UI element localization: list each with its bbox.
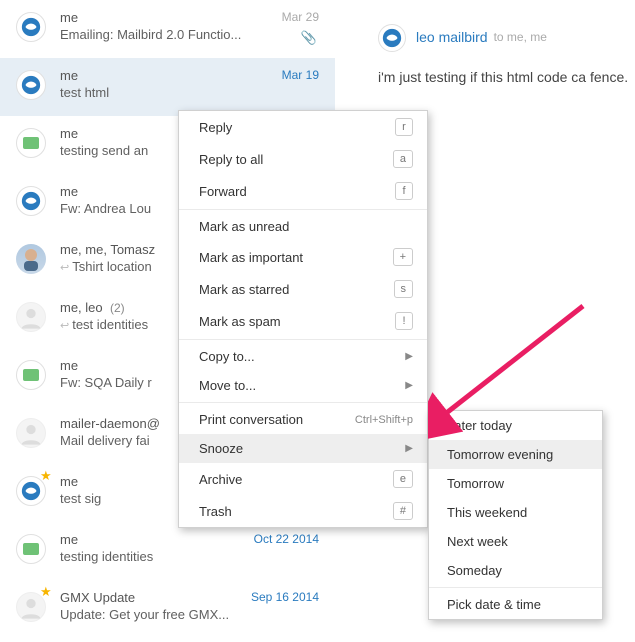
recipient-list: to me, me bbox=[494, 30, 547, 44]
snooze-pick-date[interactable]: Pick date & time bbox=[429, 590, 602, 619]
mailbird-icon bbox=[381, 27, 403, 49]
avatar bbox=[16, 12, 46, 42]
mailbird-icon bbox=[20, 480, 42, 502]
reply-icon: ↩ bbox=[60, 320, 69, 332]
context-menu: Replyr Reply to alla Forwardf Mark as un… bbox=[178, 110, 428, 528]
preview-header: leo mailbird to me, me bbox=[378, 22, 635, 52]
menu-reply[interactable]: Replyr bbox=[179, 111, 427, 143]
menu-archive[interactable]: Archivee bbox=[179, 463, 427, 495]
snooze-next-week[interactable]: Next week bbox=[429, 527, 602, 556]
snooze-someday[interactable]: Someday bbox=[429, 556, 602, 585]
star-icon: ★ bbox=[40, 584, 52, 600]
message-date: Mar 29 bbox=[282, 10, 319, 24]
star-icon: ★ bbox=[40, 468, 52, 484]
message-subject: testing identities bbox=[60, 549, 323, 564]
snooze-tomorrow-evening[interactable]: Tomorrow evening bbox=[429, 440, 602, 469]
person-icon bbox=[17, 419, 45, 447]
snooze-tomorrow[interactable]: Tomorrow bbox=[429, 469, 602, 498]
mailbird-icon bbox=[20, 16, 42, 38]
reply-icon: ↩ bbox=[60, 262, 69, 274]
menu-mark-important[interactable]: Mark as important+ bbox=[179, 241, 427, 273]
menu-separator bbox=[179, 402, 427, 403]
thread-count: (2) bbox=[107, 301, 125, 315]
app-icon bbox=[23, 137, 39, 149]
message-subject: test html bbox=[60, 85, 323, 100]
sender-name[interactable]: leo mailbird bbox=[416, 29, 488, 45]
message-body: i'm just testing if this html code ca fe… bbox=[378, 68, 635, 86]
menu-move-to[interactable]: Move to...▶ bbox=[179, 371, 427, 400]
menu-trash[interactable]: Trash# bbox=[179, 495, 427, 527]
menu-print[interactable]: Print conversationCtrl+Shift+p bbox=[179, 405, 427, 434]
avatar bbox=[16, 534, 46, 564]
message-subject: Emailing: Mailbird 2.0 Functio... bbox=[60, 27, 323, 42]
message-date: Mar 19 bbox=[282, 68, 319, 82]
message-item[interactable]: metesting identitiesOct 22 2014 bbox=[0, 522, 335, 580]
app-icon bbox=[23, 369, 39, 381]
avatar bbox=[16, 186, 46, 216]
message-date: Sep 16 2014 bbox=[251, 590, 319, 604]
avatar bbox=[16, 360, 46, 390]
message-item[interactable]: meEmailing: Mailbird 2.0 Functio...Mar 2… bbox=[0, 0, 335, 58]
chevron-right-icon: ▶ bbox=[405, 380, 413, 391]
snooze-this-weekend[interactable]: This weekend bbox=[429, 498, 602, 527]
menu-separator bbox=[429, 587, 602, 588]
menu-separator bbox=[179, 339, 427, 340]
menu-forward[interactable]: Forwardf bbox=[179, 175, 427, 207]
mailbird-icon bbox=[20, 74, 42, 96]
preview-pane: leo mailbird to me, me i'm just testing … bbox=[360, 0, 635, 86]
person-avatar bbox=[16, 244, 46, 274]
chevron-right-icon: ▶ bbox=[405, 351, 413, 362]
sender-avatar bbox=[378, 24, 406, 52]
snooze-later-today[interactable]: Later today bbox=[429, 411, 602, 440]
avatar bbox=[16, 70, 46, 100]
menu-copy-to[interactable]: Copy to...▶ bbox=[179, 342, 427, 371]
message-item[interactable]: metest htmlMar 19 bbox=[0, 58, 335, 116]
avatar bbox=[16, 418, 46, 448]
mailbird-icon bbox=[20, 190, 42, 212]
menu-mark-starred[interactable]: Mark as starreds bbox=[179, 273, 427, 305]
avatar bbox=[16, 302, 46, 332]
avatar bbox=[16, 128, 46, 158]
app-icon bbox=[23, 543, 39, 555]
person-icon bbox=[17, 303, 45, 331]
message-date: Oct 22 2014 bbox=[254, 532, 319, 546]
menu-snooze[interactable]: Snooze▶ bbox=[179, 434, 427, 463]
attachment-icon: 📎 bbox=[301, 30, 317, 46]
menu-mark-spam[interactable]: Mark as spam! bbox=[179, 305, 427, 337]
menu-reply-all[interactable]: Reply to alla bbox=[179, 143, 427, 175]
snooze-submenu: Later today Tomorrow evening Tomorrow Th… bbox=[428, 410, 603, 620]
menu-separator bbox=[179, 209, 427, 210]
chevron-right-icon: ▶ bbox=[405, 443, 413, 454]
menu-mark-unread[interactable]: Mark as unread bbox=[179, 212, 427, 241]
message-item[interactable]: ★GMX UpdateUpdate: Get your free GMX...S… bbox=[0, 580, 335, 638]
avatar bbox=[16, 244, 46, 274]
message-subject: Update: Get your free GMX... bbox=[60, 607, 323, 622]
